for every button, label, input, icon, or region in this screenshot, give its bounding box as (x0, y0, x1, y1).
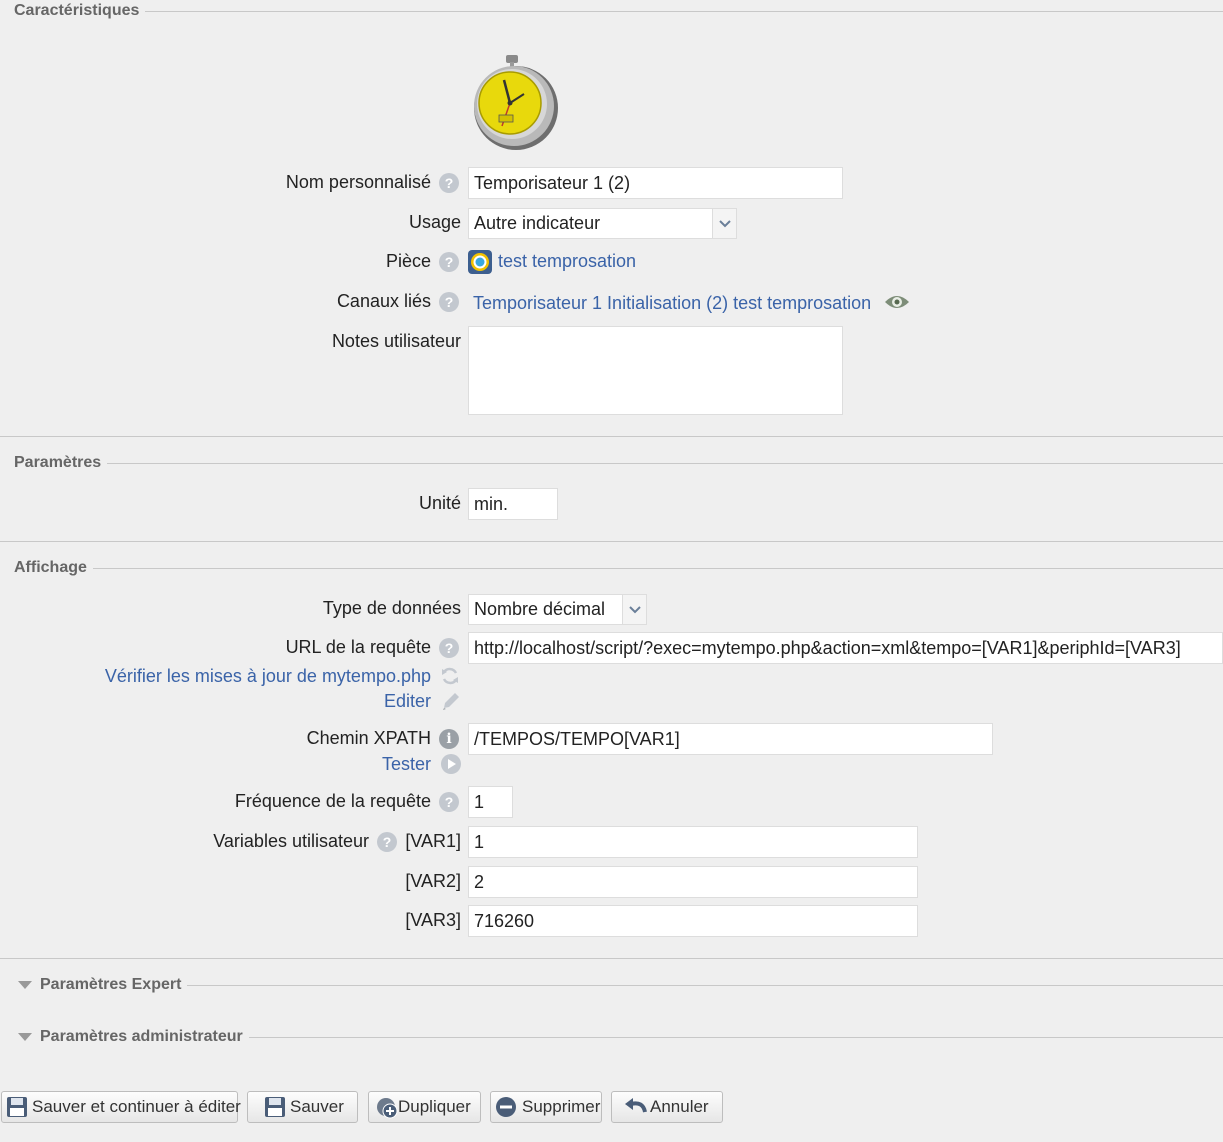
floppy-icon (6, 1096, 28, 1118)
refresh-icon[interactable] (440, 666, 460, 686)
url-input[interactable]: http://localhost/script/?exec=mytempo.ph… (468, 632, 1223, 664)
piece-link[interactable]: test temprosation (498, 251, 636, 272)
section-caracteristiques: Caractéristiques (0, 1, 1223, 21)
undo-icon (624, 1096, 647, 1118)
cancel-label: Annuler (650, 1097, 709, 1116)
collapse-arrow-icon (18, 1033, 32, 1041)
duplicate-label: Dupliquer (398, 1097, 471, 1116)
collapse-arrow-icon (18, 981, 32, 989)
delete-label: Supprimer (522, 1097, 601, 1116)
help-icon[interactable]: ? (439, 792, 459, 812)
section-parametres: Paramètres (0, 453, 1223, 473)
chevron-down-icon[interactable] (622, 595, 646, 624)
freq-label: Fréquence de la requête (234, 791, 431, 811)
usage-value: Autre indicateur (474, 213, 601, 233)
var2-input[interactable]: 2 (468, 866, 918, 898)
type-value: Nombre décimal (474, 599, 606, 619)
section-title: Affichage (0, 559, 93, 577)
section-title: Caractéristiques (0, 2, 146, 20)
duplicate-button[interactable]: Dupliquer (368, 1091, 481, 1123)
var2-label: [VAR2] (405, 871, 461, 891)
xpath-label: Chemin XPATH (306, 728, 431, 748)
help-icon[interactable]: ? (439, 638, 459, 658)
nom-label: Nom personnalisé (285, 172, 431, 192)
nom-input[interactable]: Temporisateur 1 (2) (468, 167, 843, 199)
add-icon (375, 1096, 398, 1119)
save-button[interactable]: Sauver (247, 1091, 358, 1123)
canaux-label: Canaux liés (336, 291, 431, 311)
var3-input[interactable]: 716260 (468, 905, 918, 937)
help-icon[interactable]: ? (439, 252, 459, 272)
pencil-icon[interactable] (440, 690, 462, 712)
type-label: Type de données (322, 598, 461, 618)
section-title: Paramètres Expert (32, 976, 188, 994)
verifier-link[interactable]: Vérifier les mises à jour de mytempo.php (105, 666, 431, 687)
play-icon[interactable] (440, 753, 462, 775)
delete-button[interactable]: Supprimer (490, 1091, 602, 1123)
freq-input[interactable]: 1 (468, 786, 513, 818)
eye-icon[interactable] (884, 292, 910, 312)
save-continue-button[interactable]: Sauver et continuer à éditer (1, 1091, 241, 1123)
cancel-button[interactable]: Annuler (611, 1091, 723, 1123)
var3-label: [VAR3] (405, 910, 461, 930)
url-label: URL de la requête (285, 637, 431, 657)
section-title: Paramètres administrateur (32, 1028, 249, 1046)
type-select[interactable]: Nombre décimal (468, 594, 647, 625)
unite-input[interactable]: min. (468, 488, 558, 520)
xpath-input[interactable]: /TEMPOS/TEMPO[VAR1] (468, 723, 993, 755)
var1-input[interactable]: 1 (468, 826, 918, 858)
help-icon[interactable]: ? (439, 292, 459, 312)
floppy-icon (264, 1096, 286, 1118)
info-icon[interactable]: i (439, 729, 459, 749)
stopwatch-icon (466, 52, 562, 152)
unite-label: Unité (418, 493, 461, 513)
save-label: Sauver (290, 1097, 344, 1116)
section-admin-toggle[interactable]: Paramètres administrateur (0, 1027, 1223, 1047)
usage-label: Usage (408, 212, 461, 232)
section-affichage: Affichage (0, 558, 1223, 578)
section-expert-toggle[interactable]: Paramètres Expert (0, 975, 1223, 995)
editer-link[interactable]: Editer (384, 691, 431, 712)
save-continue-label: Sauver et continuer à éditer (32, 1097, 241, 1116)
var1-label: [VAR1] (405, 831, 461, 851)
usage-select[interactable]: Autre indicateur (468, 208, 737, 239)
remove-icon (495, 1096, 517, 1118)
piece-label: Pièce (385, 251, 431, 271)
help-icon[interactable]: ? (439, 173, 459, 193)
section-title: Paramètres (0, 454, 108, 472)
vars-label: Variables utilisateur (213, 831, 369, 851)
notes-label: Notes utilisateur (331, 331, 461, 351)
notes-textarea[interactable] (468, 326, 843, 415)
help-icon[interactable]: ? (377, 832, 397, 852)
canaux-link[interactable]: Temporisateur 1 Initialisation (2) test … (473, 293, 871, 314)
chevron-down-icon[interactable] (712, 209, 736, 238)
tester-link[interactable]: Tester (382, 754, 431, 775)
room-icon (468, 250, 492, 274)
